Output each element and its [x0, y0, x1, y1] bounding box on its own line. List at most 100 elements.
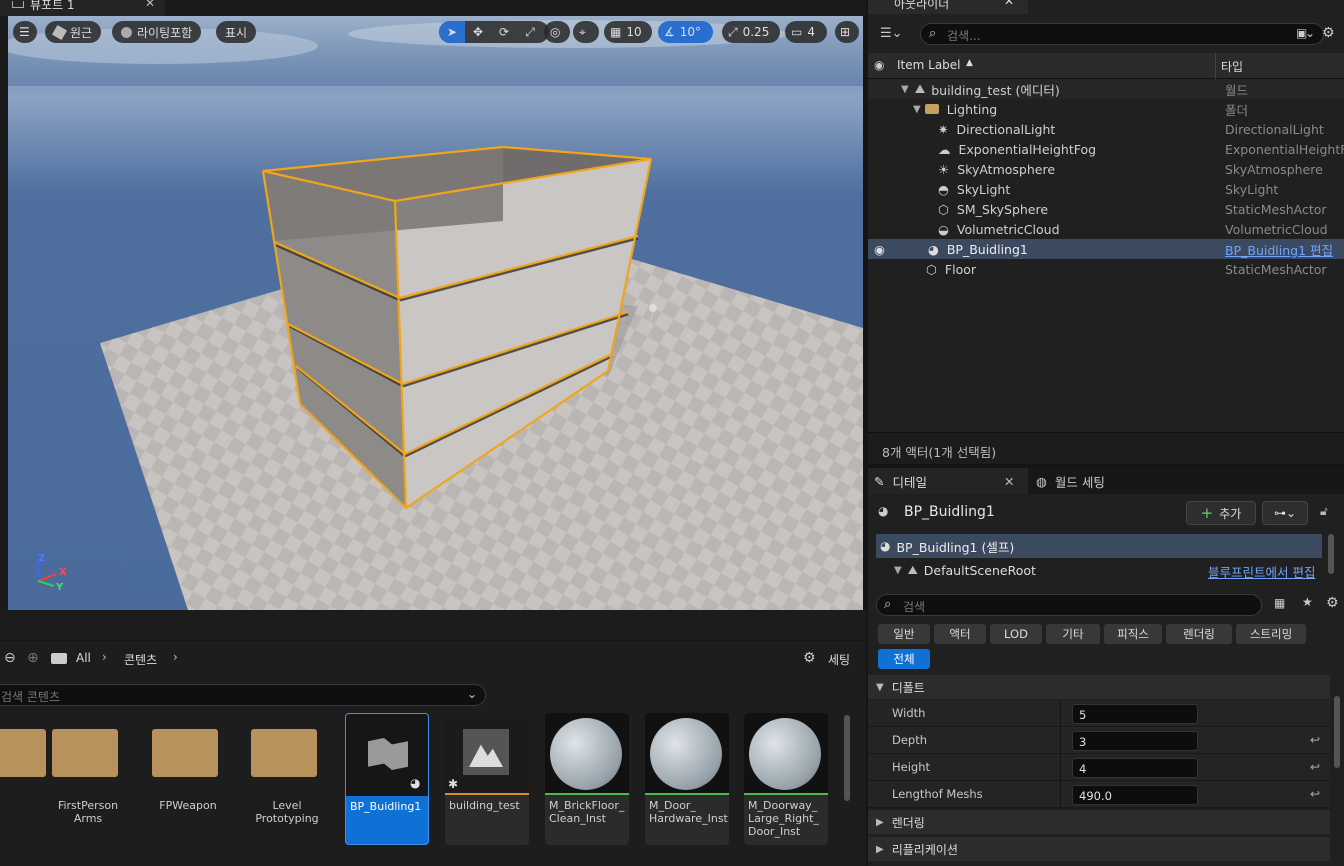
content-asset[interactable]: M_Door_ Hardware_Inst	[645, 713, 729, 845]
expand-arrow-icon[interactable]: ▼	[913, 104, 921, 115]
content-asset-selected[interactable]: ◕ BP_Buidling1	[345, 713, 429, 845]
edit-blueprint-link[interactable]: BP_Buidling1 편집	[1225, 240, 1333, 259]
outliner-tab[interactable]: 아웃라이너 ✕	[868, 0, 1028, 14]
scale-snap-button[interactable]: ⤢ 0.25	[722, 21, 780, 43]
content-asset[interactable]: ✱ building_test	[445, 713, 529, 845]
filter-misc[interactable]: 기타	[1046, 624, 1100, 644]
rotate-tool-icon[interactable]: ⟳	[491, 25, 517, 39]
tab-world-settings[interactable]: ◍ 월드 세팅	[1030, 468, 1150, 494]
rotation-snap-button[interactable]: ∡ 10°	[658, 21, 713, 43]
forward-icon[interactable]: ⊕	[27, 650, 39, 666]
row-type: DirectionalLight	[1225, 121, 1324, 137]
scale-tool-icon[interactable]: ⤢	[517, 25, 543, 40]
close-icon[interactable]: ✕	[1004, 0, 1014, 7]
depth-field[interactable]: 3	[1072, 731, 1198, 751]
lock-icon[interactable]: 🔓︎	[1320, 504, 1328, 519]
reset-icon[interactable]: ↩	[1310, 787, 1320, 801]
details-search-input[interactable]: ⌕ 검색	[876, 594, 1262, 616]
outliner-row[interactable]: ☀ SkyAtmosphere SkyAtmosphere	[868, 159, 1344, 179]
outliner-row[interactable]: ◓ SkyLight SkyLight	[868, 179, 1344, 199]
content-folder[interactable]: son	[0, 713, 46, 845]
gear-icon[interactable]: ⚙	[1326, 595, 1339, 611]
content-search-input[interactable]: 검색 콘텐츠 ⌄	[0, 684, 486, 706]
viewport-menu-button[interactable]: ☰	[13, 21, 37, 43]
content-folder[interactable]: FirstPerson Arms	[46, 713, 130, 845]
tab-details[interactable]: ✎ 디테일 ✕	[868, 468, 1028, 494]
viewport-layout-icon	[12, 0, 24, 8]
path-all[interactable]: All	[76, 651, 91, 665]
add-component-button[interactable]: + 추가	[1186, 501, 1256, 525]
search-icon: ⌕	[884, 597, 892, 612]
globe-icon: ◎	[550, 25, 561, 39]
components-scrollbar[interactable]	[1328, 534, 1334, 574]
outliner-row-world[interactable]: ▼ ⛰ building_test (에디터) 월드	[868, 79, 1344, 99]
expand-arrow-icon[interactable]: ▼	[901, 84, 909, 95]
surface-snap-button[interactable]: ⌖	[573, 21, 599, 43]
star-icon[interactable]: ★	[1302, 595, 1313, 609]
width-field[interactable]: 5	[1072, 704, 1198, 724]
select-tool-icon[interactable]: ➤	[439, 21, 465, 43]
content-folder[interactable]: FPWeapon	[146, 713, 230, 845]
filter-all[interactable]: 전체	[878, 649, 930, 669]
filter-physics[interactable]: 피직스	[1104, 624, 1162, 644]
level-viewport[interactable]: Z X Y ☰ 원근 라이팅포함 표시 ➤ ✥ ⟳ ⤢ ◎ ⌖ ▦ 10 ∡ 1…	[8, 16, 863, 610]
category-default[interactable]: ▼ 디폴트	[868, 675, 1330, 699]
col-item-label[interactable]: Item Label	[897, 58, 961, 72]
expand-arrow-icon[interactable]: ▼	[894, 565, 902, 576]
content-asset[interactable]: M_BrickFloor_ Clean_Inst	[545, 713, 629, 845]
folder-icon	[52, 729, 118, 777]
filter-actor[interactable]: 액터	[934, 624, 986, 644]
perspective-button[interactable]: 원근	[45, 21, 102, 43]
table-view-icon[interactable]: ▦	[1274, 596, 1285, 610]
edit-in-blueprint-link[interactable]: 블루프린트에서 편집	[1208, 562, 1315, 581]
details-tab-bar: ✎ 디테일 ✕ ◍ 월드 세팅	[868, 468, 1344, 494]
world-icon: ⛰	[914, 81, 926, 96]
content-folder[interactable]: Level Prototyping	[245, 713, 329, 845]
hierarchy-dropdown[interactable]: ⊶⌄	[1262, 501, 1308, 525]
lit-mode-button[interactable]: 라이팅포함	[112, 21, 202, 43]
grid-snap-button[interactable]: ▦ 10	[604, 21, 652, 43]
filter-rendering[interactable]: 렌더링	[1166, 624, 1232, 644]
reset-icon[interactable]: ↩	[1310, 733, 1320, 747]
outliner-row-selected[interactable]: ◉ ◕ BP_Buidling1 BP_Buidling1 편집	[868, 239, 1344, 259]
outliner-row[interactable]: ☁ ExponentialHeightFog ExponentialHeight…	[868, 139, 1344, 159]
filter-icon[interactable]: ☰⌄	[880, 26, 903, 41]
col-type[interactable]: 타입	[1221, 58, 1243, 75]
content-scrollbar[interactable]	[844, 715, 850, 801]
move-tool-icon[interactable]: ✥	[465, 25, 491, 39]
perspective-label: 원근	[70, 25, 93, 40]
length-of-meshs-field[interactable]: 490.0	[1072, 785, 1198, 805]
row-label: SkyLight	[956, 181, 1011, 197]
category-replication[interactable]: ▶ 리플리케이션	[868, 837, 1330, 861]
settings-button[interactable]: 세팅	[828, 651, 850, 668]
component-self-row[interactable]: ◕ BP_Buidling1 (셀프)	[876, 534, 1322, 558]
outliner-search-input[interactable]: ⌕ 검색... ⌄	[920, 23, 1324, 45]
maximize-viewport-button[interactable]: ⊞	[835, 21, 859, 43]
show-button[interactable]: 표시	[216, 21, 257, 43]
filter-streaming[interactable]: 스트리밍	[1236, 624, 1306, 644]
close-icon[interactable]: ✕	[1004, 474, 1014, 489]
back-icon[interactable]: ⊖	[4, 650, 16, 666]
filter-general[interactable]: 일반	[878, 624, 930, 644]
outliner-row[interactable]: ◒ VolumetricCloud VolumetricCloud	[868, 219, 1344, 239]
content-asset[interactable]: M_Doorway_ Large_Right_ Door_Inst	[744, 713, 828, 845]
reset-icon[interactable]: ↩	[1310, 760, 1320, 774]
filter-lod[interactable]: LOD	[990, 624, 1042, 644]
viewport-tab[interactable]: 뷰포트 1 ✕	[0, 0, 165, 16]
add-folder-icon[interactable]: ▣	[1296, 26, 1307, 40]
height-field[interactable]: 4	[1072, 758, 1198, 778]
path-content[interactable]: 콘텐츠	[124, 651, 157, 668]
gear-icon[interactable]: ⚙	[1322, 25, 1335, 41]
eye-icon[interactable]: ◉	[874, 58, 884, 72]
close-icon[interactable]: ✕	[145, 0, 155, 10]
details-scrollbar[interactable]	[1334, 696, 1340, 768]
gear-icon[interactable]: ⚙	[803, 650, 816, 666]
world-local-button[interactable]: ◎	[544, 21, 570, 43]
outliner-row[interactable]: ✷ DirectionalLight DirectionalLight	[868, 119, 1344, 139]
category-rendering[interactable]: ▶ 렌더링	[868, 810, 1330, 834]
outliner-row[interactable]: ⬡ Floor StaticMeshActor	[868, 259, 1344, 279]
outliner-row[interactable]: ⬡ SM_SkySphere StaticMeshActor	[868, 199, 1344, 219]
eye-icon[interactable]: ◉	[874, 242, 885, 257]
outliner-row-folder[interactable]: ▼ Lighting 폴더	[868, 99, 1344, 119]
camera-speed-button[interactable]: ▭ 4	[785, 21, 827, 43]
